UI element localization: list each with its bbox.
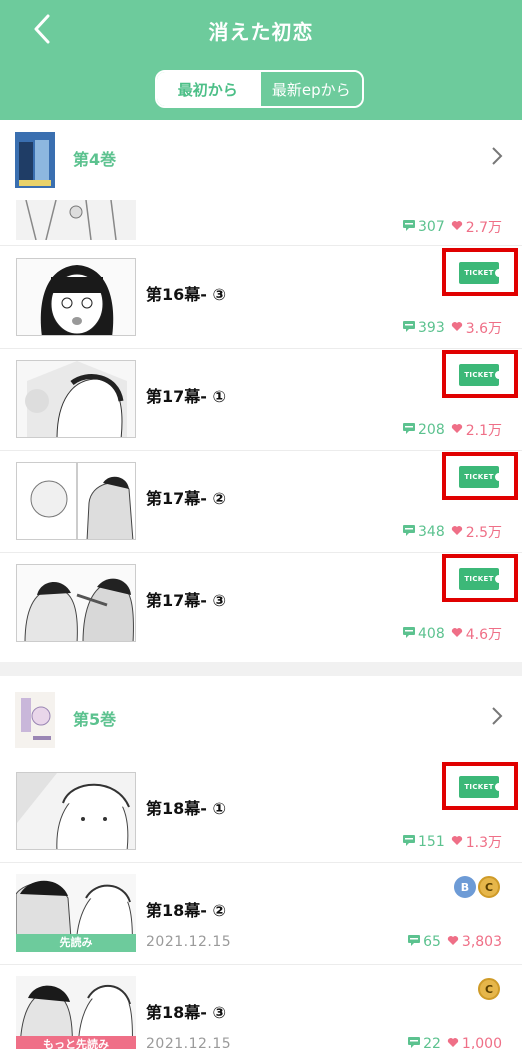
episode-title: 第17幕- ① — [146, 387, 227, 406]
comment-icon — [403, 834, 415, 850]
comment-count: 208 — [403, 422, 445, 438]
release-date: 2021.12.15 — [146, 1036, 232, 1049]
comment-icon — [408, 1036, 421, 1049]
comment-count: 151 — [403, 834, 445, 850]
comment-icon — [403, 320, 415, 336]
heart-icon — [447, 1036, 459, 1049]
like-count: 1,000 — [447, 1036, 502, 1049]
heart-icon — [447, 934, 459, 950]
pre-read-tag: 先読み — [16, 934, 136, 952]
ticket-highlight: TICKET — [442, 248, 518, 296]
like-count: 1.3万 — [451, 832, 502, 852]
episode-title: 第18幕- ① — [146, 799, 227, 818]
like-count: 3,803 — [447, 934, 502, 950]
heart-icon — [451, 626, 463, 642]
volume-cover — [15, 692, 55, 748]
episode-thumbnail — [16, 360, 136, 438]
heart-icon — [451, 834, 463, 850]
ticket-icon: TICKET — [459, 364, 503, 386]
heart-icon — [451, 219, 463, 235]
episode-row[interactable]: 先読み 第18幕- ② 2021.12.15 B C 65 3,803 — [0, 862, 522, 964]
episode-row[interactable]: 第18幕- ① TICKET 151 1.3万 — [0, 760, 522, 862]
comment-icon — [403, 524, 415, 540]
episode-row[interactable]: 第17幕- ① TICKET 208 2.1万 — [0, 348, 522, 450]
episode-row[interactable]: 307 2.7万 — [0, 195, 522, 245]
volume-label: 第5巻 — [73, 710, 117, 729]
more-pre-read-tag: もっと先読み — [16, 1036, 136, 1049]
episode-thumbnail: 先読み — [16, 874, 136, 952]
ticket-icon: TICKET — [459, 776, 503, 798]
volume-cover — [15, 132, 55, 188]
app-header: 消えた初恋 最初から 最新epから — [0, 0, 522, 120]
from-first-button[interactable]: 最初から — [157, 72, 259, 106]
ticket-highlight: TICKET — [442, 554, 518, 602]
episode-row[interactable]: もっと先読み 第18幕- ③ 2021.12.15 C 22 1,000 — [0, 964, 522, 1049]
episode-title: 第17幕- ③ — [146, 591, 227, 610]
comment-count: 65 — [408, 934, 441, 950]
episode-title: 第16幕- ③ — [146, 285, 227, 304]
from-latest-button[interactable]: 最新epから — [258, 72, 362, 106]
volume-header[interactable]: 第5巻 — [0, 684, 522, 754]
ticket-highlight: TICKET — [442, 762, 518, 810]
sort-toggle: 最初から 最新epから — [155, 70, 364, 108]
heart-icon — [451, 320, 463, 336]
ticket-icon: TICKET — [459, 568, 503, 590]
heart-icon — [451, 422, 463, 438]
volume-label: 第4巻 — [73, 150, 117, 169]
ticket-icon: TICKET — [459, 262, 503, 284]
episode-stats: 65 3,803 — [408, 934, 502, 950]
comment-icon — [403, 626, 415, 642]
episode-row[interactable]: 第16幕- ③ TICKET 393 3.6万 — [0, 246, 522, 348]
like-count: 2.7万 — [451, 217, 502, 237]
episode-stats: 151 1.3万 — [403, 832, 502, 852]
section-gap — [0, 662, 522, 676]
episode-thumbnail — [16, 772, 136, 850]
like-count: 4.6万 — [451, 624, 502, 644]
coin-badge-c: C — [478, 876, 500, 898]
episode-stats: 208 2.1万 — [403, 420, 502, 440]
volume-header[interactable]: 第4巻 — [0, 124, 522, 194]
page-title: 消えた初恋 — [208, 20, 314, 44]
episode-title: 第18幕- ③ — [146, 1003, 227, 1022]
ticket-highlight: TICKET — [442, 452, 518, 500]
episode-title: 第17幕- ② — [146, 489, 227, 508]
episode-thumbnail — [16, 462, 136, 540]
heart-icon — [451, 524, 463, 540]
episode-thumbnail — [16, 200, 136, 240]
release-date: 2021.12.15 — [146, 934, 232, 950]
comment-count: 393 — [403, 320, 445, 336]
chevron-right-icon[interactable] — [490, 704, 504, 728]
coin-badge-c: C — [478, 978, 500, 1000]
episode-stats: 348 2.5万 — [403, 522, 502, 542]
episode-stats: 22 1,000 — [408, 1036, 502, 1049]
like-count: 2.5万 — [451, 522, 502, 542]
comment-icon — [403, 422, 415, 438]
episode-stats: 307 2.7万 — [403, 217, 502, 237]
ticket-highlight: TICKET — [442, 350, 518, 398]
episode-thumbnail — [16, 258, 136, 336]
episode-stats: 393 3.6万 — [403, 318, 502, 338]
episode-stats: 408 4.6万 — [403, 624, 502, 644]
coin-badge-b: B — [454, 876, 476, 898]
episode-thumbnail: もっと先読み — [16, 976, 136, 1049]
episode-thumbnail — [16, 564, 136, 642]
comment-icon — [408, 934, 421, 950]
comment-count: 22 — [408, 1036, 441, 1049]
episode-row[interactable]: 第17幕- ③ TICKET 408 4.6万 — [0, 552, 522, 654]
like-count: 3.6万 — [451, 318, 502, 338]
chevron-right-icon[interactable] — [490, 144, 504, 168]
comment-count: 408 — [403, 626, 445, 642]
comment-icon — [403, 219, 415, 235]
episode-row[interactable]: 第17幕- ② TICKET 348 2.5万 — [0, 450, 522, 552]
comment-count: 307 — [403, 219, 445, 235]
episode-title: 第18幕- ② — [146, 901, 227, 920]
ticket-icon: TICKET — [459, 466, 503, 488]
like-count: 2.1万 — [451, 420, 502, 440]
comment-count: 348 — [403, 524, 445, 540]
